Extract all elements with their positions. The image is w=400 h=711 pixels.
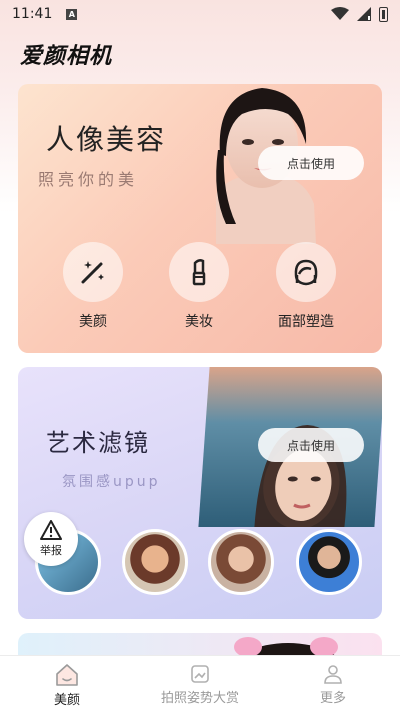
card-subtitle: 氛围感upup <box>62 474 161 490</box>
home-icon <box>56 664 78 686</box>
a-notification-icon: A <box>66 8 78 20</box>
feature-label: 面部塑造 <box>278 314 334 330</box>
report-label: 举报 <box>40 544 62 557</box>
art-filter-card[interactable]: 艺术滤镜 氛围感upup 点击使用 <box>18 367 382 619</box>
photo-icon <box>191 665 209 683</box>
nav-item-poses[interactable]: 拍照姿势大赏 <box>134 656 266 711</box>
status-time: 11:41 <box>12 6 53 22</box>
nav-label: 拍照姿势大赏 <box>160 691 239 706</box>
nav-label: 更多 <box>319 691 346 706</box>
filter-sample-2[interactable] <box>122 529 188 595</box>
app-title: 爱颜相机 <box>20 44 113 69</box>
nav-item-more[interactable]: 更多 <box>266 656 400 711</box>
card-title: 艺术滤镜 <box>46 429 150 457</box>
face-shape-icon <box>294 259 318 286</box>
lipstick-icon <box>192 259 206 286</box>
bottom-nav: 美颜 拍照姿势大赏 更多 <box>0 655 400 711</box>
feature-label: 美颜 <box>79 314 107 330</box>
feature-face-shape[interactable]: 面部塑造 <box>266 242 346 331</box>
status-icons <box>331 6 388 22</box>
warning-icon <box>40 520 62 540</box>
filter-use-button[interactable]: 点击使用 <box>258 428 364 462</box>
report-button[interactable]: 举报 <box>24 512 78 566</box>
feature-beautify[interactable]: 美颜 <box>53 242 133 331</box>
beauty-use-button[interactable]: 点击使用 <box>258 146 364 180</box>
signal-icon <box>357 7 371 21</box>
battery-icon <box>379 6 388 22</box>
wifi-icon <box>331 7 349 20</box>
card-title: 人像美容 <box>46 123 167 156</box>
nav-item-beauty[interactable]: 美颜 <box>0 656 134 711</box>
status-bar: 11:41 A <box>0 0 400 28</box>
portrait-beauty-card[interactable]: 人像美容 照亮你的美 点击使用 美颜 美妆 面部塑造 <box>18 84 382 353</box>
filter-sample-4[interactable] <box>296 529 362 595</box>
card-subtitle: 照亮你的美 <box>38 170 139 189</box>
filter-sample-3[interactable] <box>208 529 274 595</box>
person-icon <box>324 665 342 684</box>
nav-label: 美颜 <box>53 693 80 708</box>
magic-wand-icon <box>81 261 104 284</box>
feature-makeup[interactable]: 美妆 <box>159 242 239 331</box>
feature-label: 美妆 <box>185 314 213 330</box>
